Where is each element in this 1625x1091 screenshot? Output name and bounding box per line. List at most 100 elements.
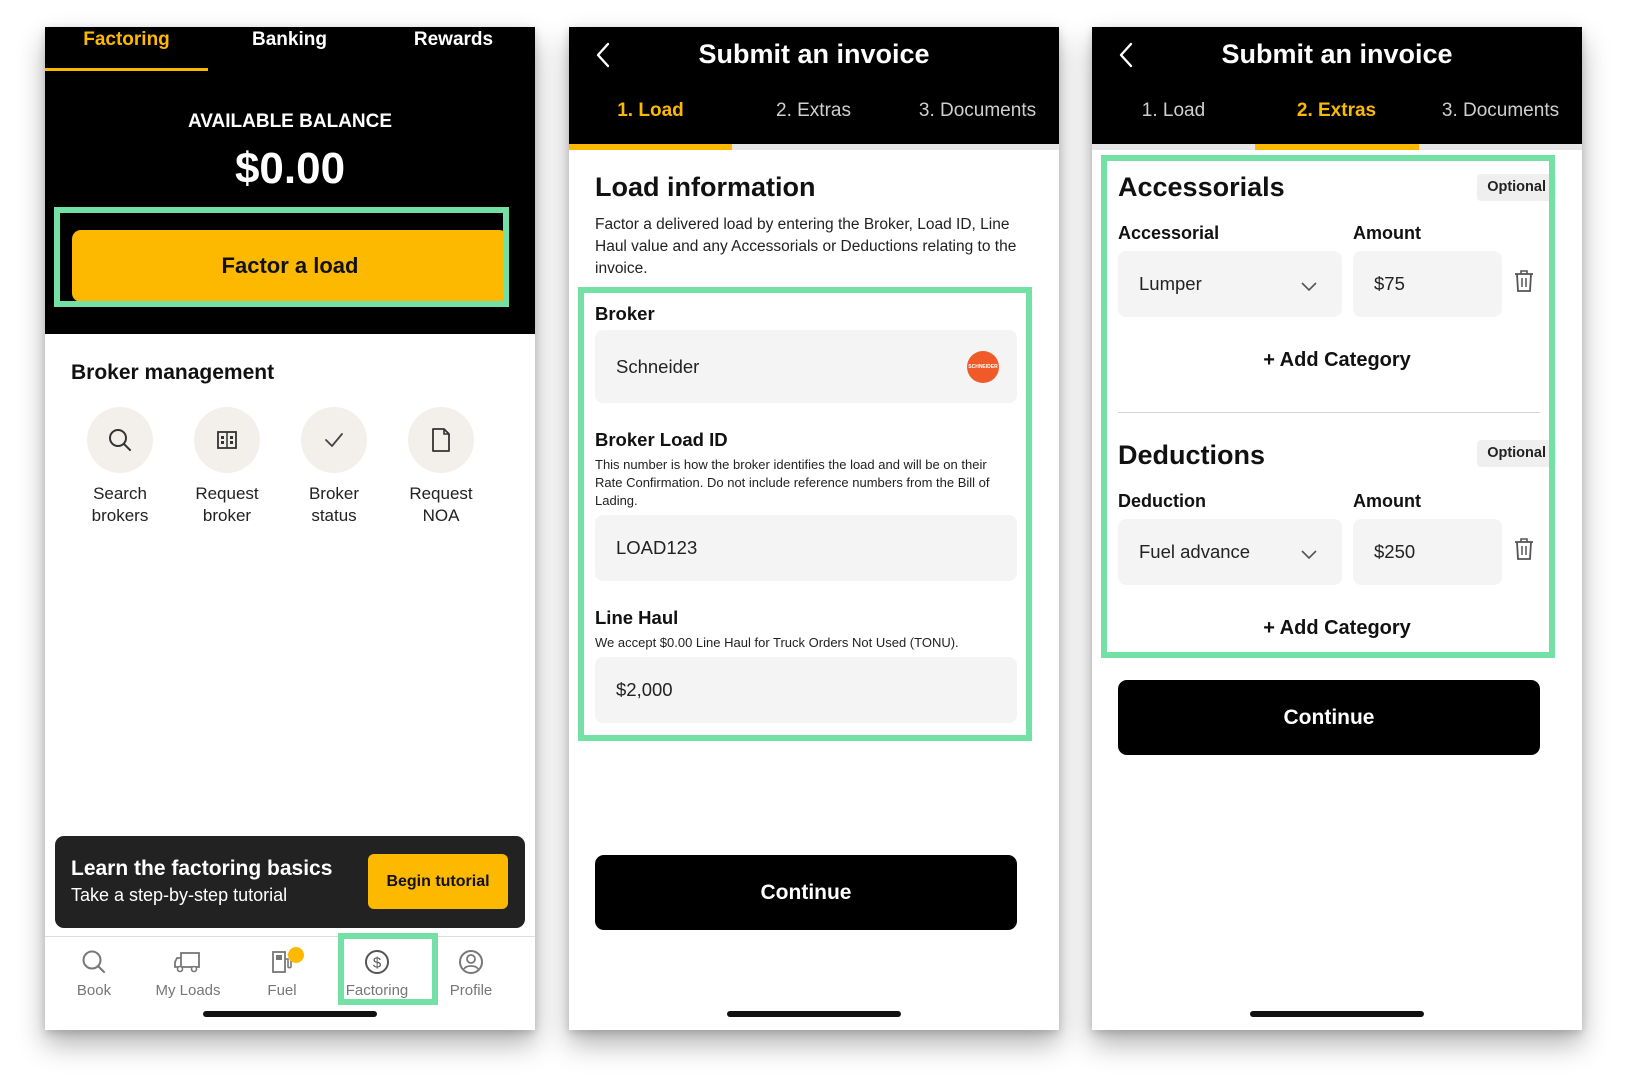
deduction-amount-input[interactable]: $250 xyxy=(1353,519,1502,585)
line-haul-value: $2,000 xyxy=(616,679,673,700)
nav-fuel-label: Fuel xyxy=(267,982,297,999)
step-documents[interactable]: 3. Documents xyxy=(1419,97,1582,144)
request-noa-label: Request NOA xyxy=(409,484,473,525)
factoring-home-screen: Factoring Banking Rewards AVAILABLE BALA… xyxy=(45,27,535,1030)
broker-management-title: Broker management xyxy=(71,361,275,384)
request-broker-label: Request broker xyxy=(195,484,259,525)
load-id-input[interactable]: LOAD123 xyxy=(595,515,1017,581)
add-accessorial-category-button[interactable]: + Add Category xyxy=(1092,349,1582,372)
step-documents[interactable]: 3. Documents xyxy=(896,97,1059,144)
nav-profile[interactable]: Profile xyxy=(422,945,520,999)
nav-factoring-label: Factoring xyxy=(345,982,409,999)
dollar-circle-icon: $ xyxy=(328,945,426,979)
add-deduction-category-button[interactable]: + Add Category xyxy=(1092,617,1582,640)
tutorial-title: Learn the factoring basics xyxy=(71,857,333,880)
section-divider xyxy=(1118,412,1540,413)
deduction-amount-label: Amount xyxy=(1353,491,1421,511)
step-progress-fill xyxy=(569,144,732,150)
nav-factoring[interactable]: $ Factoring xyxy=(328,945,426,999)
balance-value: $0.00 xyxy=(234,144,346,193)
nav-book-label: Book xyxy=(76,982,112,999)
line-haul-helper: We accept $0.00 Line Haul for Truck Orde… xyxy=(595,635,959,650)
tutorial-subtitle: Take a step-by-step tutorial xyxy=(71,885,288,905)
home-indicator xyxy=(203,1011,377,1017)
search-brokers-action[interactable]: Search brokers xyxy=(64,407,176,527)
step-progress xyxy=(1092,144,1582,150)
broker-status-action[interactable]: Broker status xyxy=(278,407,390,527)
trash-icon[interactable] xyxy=(1512,268,1536,294)
document-icon xyxy=(408,407,474,473)
broker-value: Schneider xyxy=(616,355,700,377)
deduction-amount-value: $250 xyxy=(1374,541,1416,562)
tab-factoring[interactable]: Factoring xyxy=(45,27,208,71)
load-id-helper: This number is how the broker identifies… xyxy=(595,457,990,508)
accessorial-amount-value: $75 xyxy=(1374,273,1405,294)
nav-my-loads[interactable]: My Loads xyxy=(139,945,237,999)
search-icon xyxy=(87,407,153,473)
broker-label: Broker xyxy=(595,303,655,324)
deductions-optional-badge: Optional xyxy=(1477,440,1556,467)
deduction-label: Deduction xyxy=(1118,491,1206,511)
accessorials-title: Accessorials xyxy=(1118,172,1285,202)
balance-header: Factoring Banking Rewards AVAILABLE BALA… xyxy=(45,27,535,334)
load-info-description: Factor a delivered load by entering the … xyxy=(595,216,1017,277)
nav-book[interactable]: Book xyxy=(45,945,143,999)
begin-tutorial-button[interactable]: Begin tutorial xyxy=(368,854,508,909)
nav-fuel[interactable]: Fuel xyxy=(233,945,331,999)
screen-title: Submit an invoice xyxy=(1221,39,1453,69)
check-icon xyxy=(301,407,367,473)
chevron-down-icon xyxy=(1300,544,1318,566)
continue-button[interactable]: Continue xyxy=(1118,680,1540,755)
deduction-select[interactable]: Fuel advance xyxy=(1118,519,1342,585)
accessorials-optional-badge: Optional xyxy=(1477,174,1556,201)
nav-profile-label: Profile xyxy=(449,982,493,999)
user-circle-icon xyxy=(422,945,520,979)
invoice-header: Submit an invoice 1. Load 2. Extras 3. D… xyxy=(1092,27,1582,144)
line-haul-input[interactable]: $2,000 xyxy=(595,657,1017,723)
screen-title: Submit an invoice xyxy=(698,39,930,69)
trash-icon[interactable] xyxy=(1512,536,1536,562)
accessorial-value: Lumper xyxy=(1139,273,1202,294)
request-broker-action[interactable]: Request broker xyxy=(171,407,283,527)
broker-status-label: Broker status xyxy=(308,484,360,525)
invoice-header: Submit an invoice 1. Load 2. Extras 3. D… xyxy=(569,27,1059,144)
load-id-value: LOAD123 xyxy=(616,537,698,558)
search-icon xyxy=(45,945,143,979)
nav-my-loads-label: My Loads xyxy=(155,982,221,999)
broker-logo-text: SCHNEIDER xyxy=(968,363,998,370)
step-extras[interactable]: 2. Extras xyxy=(1255,97,1418,144)
load-info-title: Load information xyxy=(595,172,816,202)
building-icon xyxy=(194,407,260,473)
step-extras[interactable]: 2. Extras xyxy=(732,97,895,144)
line-haul-label: Line Haul xyxy=(595,607,679,628)
load-id-label: Broker Load ID xyxy=(595,429,728,450)
search-brokers-label: Search brokers xyxy=(91,484,149,525)
deduction-value: Fuel advance xyxy=(1139,541,1251,562)
accessorial-select[interactable]: Lumper xyxy=(1118,251,1342,317)
svg-text:$: $ xyxy=(373,955,382,972)
step-progress xyxy=(569,144,1059,150)
request-noa-action[interactable]: Request NOA xyxy=(385,407,497,527)
broker-logo: SCHNEIDER xyxy=(967,350,999,383)
broker-field[interactable]: Schneider SCHNEIDER xyxy=(595,330,1017,403)
tutorial-card: Learn the factoring basics Take a step-b… xyxy=(55,836,525,928)
step-progress-fill xyxy=(1255,144,1419,150)
continue-button[interactable]: Continue xyxy=(595,855,1017,930)
accessorial-amount-input[interactable]: $75 xyxy=(1353,251,1502,317)
accessorial-label: Accessorial xyxy=(1118,223,1220,243)
balance-label: AVAILABLE BALANCE xyxy=(187,111,393,132)
invoice-load-screen: Submit an invoice 1. Load 2. Extras 3. D… xyxy=(569,27,1059,1030)
step-load[interactable]: 1. Load xyxy=(569,97,732,144)
fuel-pump-icon xyxy=(233,945,331,979)
home-indicator xyxy=(727,1011,901,1017)
tab-banking[interactable]: Banking xyxy=(208,27,371,71)
chevron-down-icon xyxy=(1300,276,1318,298)
tab-rewards[interactable]: Rewards xyxy=(372,27,535,71)
accessorial-amount-label: Amount xyxy=(1353,223,1421,243)
step-load[interactable]: 1. Load xyxy=(1092,97,1255,144)
truck-icon xyxy=(139,945,237,979)
invoice-extras-screen: Submit an invoice 1. Load 2. Extras 3. D… xyxy=(1092,27,1582,1030)
home-indicator xyxy=(1250,1011,1424,1017)
factor-load-button[interactable]: Factor a load xyxy=(72,230,508,302)
deductions-title: Deductions xyxy=(1118,440,1266,470)
